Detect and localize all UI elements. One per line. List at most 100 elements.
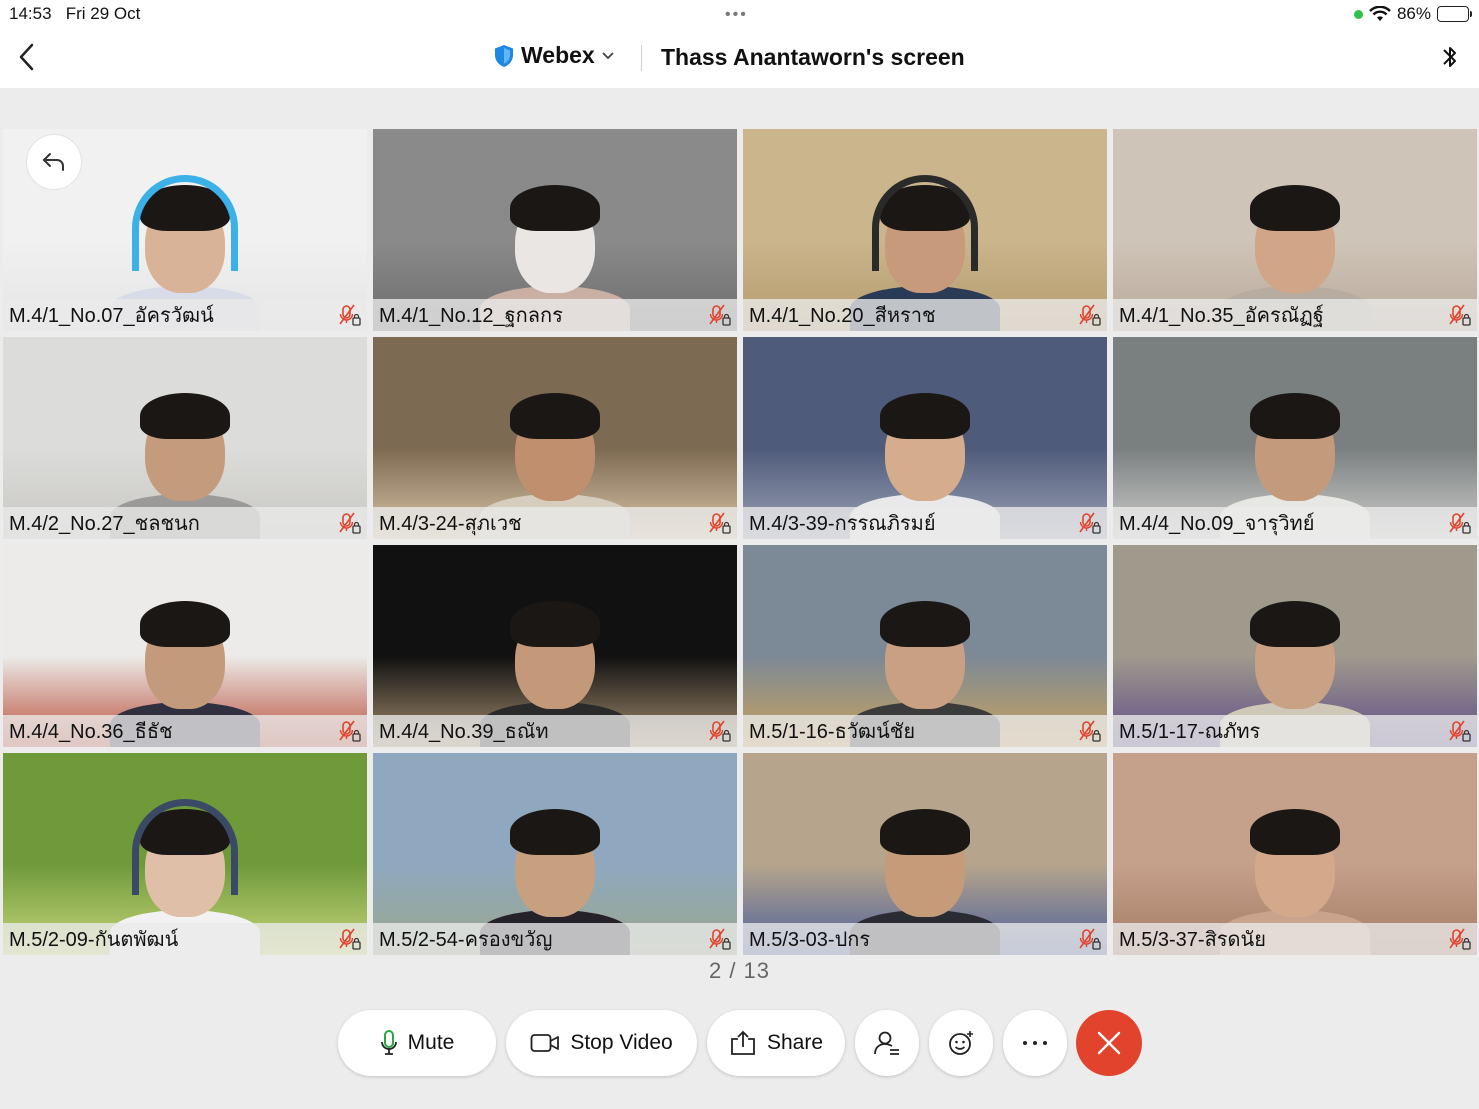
return-arrow-icon [43,153,64,171]
participant-name: M.4/1_No.20_สีหราช [749,305,936,327]
participant-name: M.5/3-03-ปกร [749,929,871,951]
participant-name: M.5/3-37-สิรดนัย [1119,929,1266,951]
participant-name-bar: M.5/2-54-ครองขวัญ [373,923,737,955]
multitasking-dots-icon[interactable]: ••• [725,6,748,24]
meeting-controls: Mute Stop Video Share [0,1010,1479,1076]
participant-name: M.5/1-17-ณภัทร [1119,721,1261,743]
participant-name: M.4/2_No.27_ชลชนก [9,513,200,535]
mic-muted-icon [1449,928,1471,950]
participant-tile[interactable]: M.5/3-03-ปกร [743,753,1107,955]
mic-muted-icon [1079,928,1101,950]
back-arrow-button[interactable] [26,134,82,190]
participant-tile[interactable]: M.4/3-39-กรรณภิรมย์ [743,337,1107,539]
more-dots-icon [1023,1041,1047,1045]
more-options-button[interactable] [1003,1010,1067,1076]
mic-muted-icon [339,512,361,534]
stop-video-button[interactable]: Stop Video [506,1010,697,1076]
participant-name-bar: M.5/1-17-ณภัทร [1113,715,1477,747]
bluetooth-icon[interactable] [1439,40,1461,74]
participant-name: M.4/4_No.09_จารุวิทย์ [1119,513,1315,535]
participant-name: M.4/1_No.07_อัครวัฒน์ [9,305,214,327]
participant-tile[interactable]: M.4/4_No.09_จารุวิทย์ [1113,337,1477,539]
status-time: 14:53 [9,4,52,23]
wifi-icon [1369,6,1391,21]
app-switcher[interactable]: Webex [493,42,615,69]
page-title: Thass Anantaworn's screen [661,44,965,70]
participant-name-bar: M.5/3-37-สิรดนัย [1113,923,1477,955]
stop-video-label: Stop Video [570,1031,673,1054]
mic-muted-icon [339,304,361,326]
video-camera-icon [530,1034,560,1052]
participant-name: M.4/3-39-กรรณภิรมย์ [749,513,936,535]
shield-icon [495,44,513,67]
participant-name-bar: M.5/1-16-ธวัฒน์ชัย [743,715,1107,747]
participant-tile[interactable]: M.5/3-37-สิรดนัย [1113,753,1477,955]
participant-tile[interactable]: M.5/2-09-กันตพัฒน์ [3,753,367,955]
participant-tile[interactable]: M.5/1-16-ธวัฒน์ชัย [743,545,1107,747]
participant-tile[interactable]: M.4/4_No.36_ธีธัช [3,545,367,747]
participant-name-bar: M.4/4_No.39_ธณัท [373,715,737,747]
participant-name: M.4/1_No.35_อัครณัฏฐ์ [1119,305,1324,327]
participant-tile[interactable]: M.5/1-17-ณภัทร [1113,545,1477,747]
participant-name-bar: M.5/2-09-กันตพัฒน์ [3,923,367,955]
battery-percent: 86% [1396,4,1431,23]
chevron-down-icon [602,51,614,59]
share-label: Share [766,1031,824,1054]
participant-name: M.4/3-24-สุภเวช [379,513,522,535]
mic-muted-icon [709,928,731,950]
status-date: Fri 29 Oct [65,4,141,23]
mic-muted-icon [709,512,731,534]
page-indicator: 2 / 13 [708,958,771,983]
camera-in-use-dot [1353,9,1363,19]
participant-name: M.4/4_No.39_ธณัท [379,721,549,743]
back-chevron-icon[interactable] [14,40,40,74]
mic-muted-icon [1449,512,1471,534]
participant-name: M.4/1_No.12_ฐกลกร [379,305,563,327]
status-indicators: 86% [1353,4,1472,24]
participant-tile[interactable]: M.4/3-24-สุภเวช [373,337,737,539]
participant-name-bar: M.4/3-24-สุภเวช [373,507,737,539]
microphone-icon [380,1030,397,1055]
mic-muted-icon [339,928,361,950]
close-icon [1097,1031,1121,1055]
reactions-button[interactable] [929,1010,993,1076]
mic-muted-icon [1449,304,1471,326]
share-button[interactable]: Share [707,1010,845,1076]
mic-muted-icon [1079,512,1101,534]
end-call-button[interactable] [1076,1010,1142,1076]
app-name: Webex [521,42,595,68]
participant-name: M.5/2-09-กันตพัฒน์ [9,929,179,951]
mute-label: Mute [407,1031,455,1054]
mute-button[interactable]: Mute [338,1010,496,1076]
participant-tile[interactable]: M.4/1_No.12_ฐกลกร [373,129,737,331]
participant-name-bar: M.4/1_No.07_อัครวัฒน์ [3,299,367,331]
mic-muted-icon [339,720,361,742]
participant-name-bar: M.4/4_No.36_ธีธัช [3,715,367,747]
participant-tile[interactable]: M.4/4_No.39_ธณัท [373,545,737,747]
meeting-header: Webex Thass Anantaworn's screen [0,28,1479,88]
participant-name: M.5/1-16-ธวัฒน์ชัย [749,721,916,743]
participants-icon [874,1031,899,1055]
participants-button[interactable] [855,1010,919,1076]
participant-name: M.5/2-54-ครองขวัญ [379,929,553,951]
mic-muted-icon [709,720,731,742]
participant-tile[interactable]: M.4/2_No.27_ชลชนก [3,337,367,539]
participant-tile[interactable]: M.5/2-54-ครองขวัญ [373,753,737,955]
participant-name-bar: M.5/3-03-ปกร [743,923,1107,955]
participant-tile[interactable]: M.4/1_No.20_สีหราช [743,129,1107,331]
participant-name-bar: M.4/4_No.09_จารุวิทย์ [1113,507,1477,539]
mic-muted-icon [1079,720,1101,742]
emoji-reaction-icon [949,1031,973,1055]
participant-name-bar: M.4/2_No.27_ชลชนก [3,507,367,539]
participant-name-bar: M.4/1_No.20_สีหราช [743,299,1107,331]
participant-tile[interactable]: M.4/1_No.35_อัครณัฏฐ์ [1113,129,1477,331]
participant-name-bar: M.4/3-39-กรรณภิรมย์ [743,507,1107,539]
mic-muted-icon [1079,304,1101,326]
mic-muted-icon [709,304,731,326]
mic-muted-icon [1449,720,1471,742]
participant-video-grid: M.4/1_No.07_อัครวัฒน์ M.4/1_No.12_ฐกลกร M.… [3,129,1477,955]
battery-icon [1437,6,1472,22]
status-bar: 14:53 Fri 29 Oct ••• 86% [0,0,1479,28]
header-divider [641,45,642,71]
share-icon [731,1030,755,1055]
